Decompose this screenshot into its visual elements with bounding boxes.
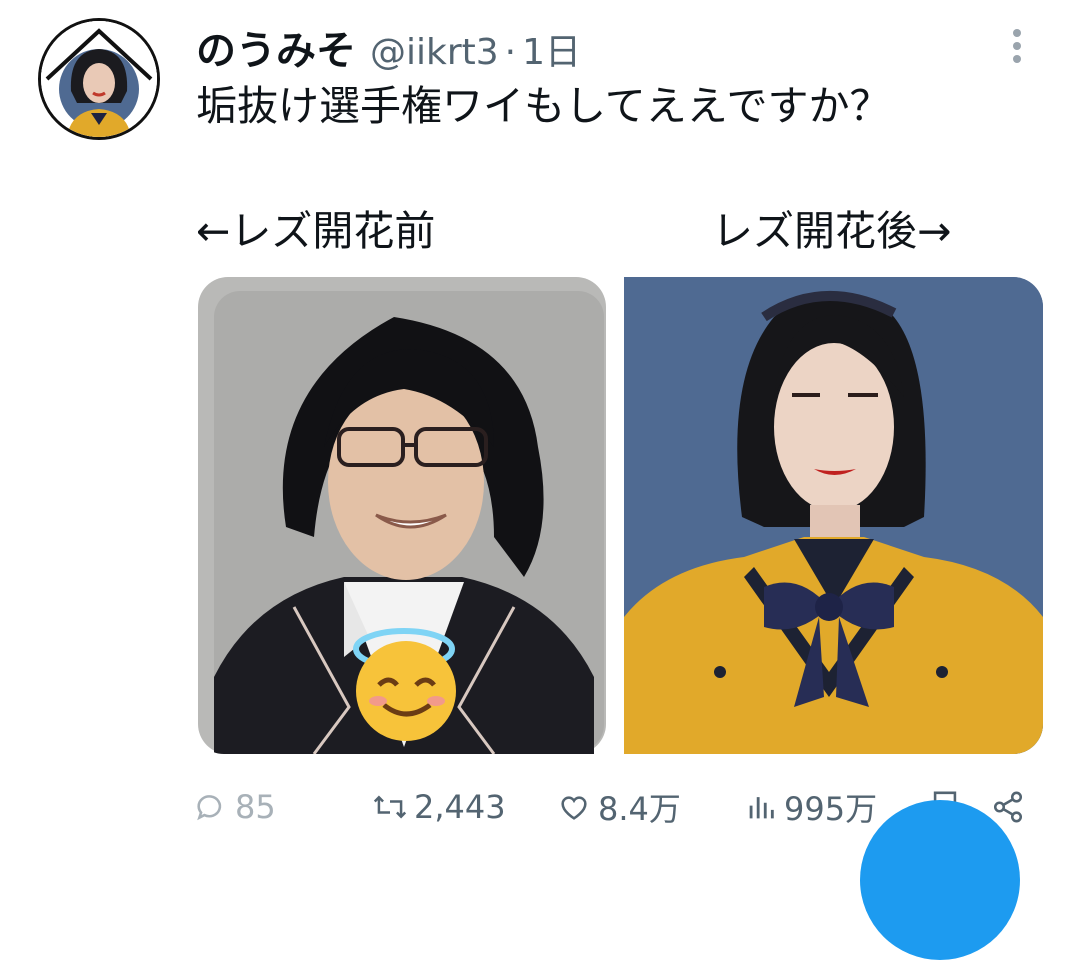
- retweet-count: 2,443: [414, 788, 506, 826]
- retweet-button[interactable]: 2,443: [372, 784, 506, 830]
- retweet-icon: [373, 795, 407, 819]
- compose-fab-button[interactable]: [860, 800, 1020, 960]
- user-handle[interactable]: @iikrt3: [370, 32, 499, 73]
- views-button[interactable]: 995万: [744, 784, 877, 830]
- share-icon: [993, 791, 1023, 823]
- tweet-text: 垢抜け選手権ワイもしてええですか？: [196, 82, 891, 130]
- reply-button[interactable]: 85: [193, 784, 276, 830]
- like-button[interactable]: 8.4万: [556, 784, 681, 830]
- view-count: 995万: [784, 790, 878, 828]
- caption-before: ←レズ開花前: [196, 207, 436, 255]
- reply-count: 85: [235, 788, 276, 826]
- display-name[interactable]: のうみそ: [196, 18, 356, 76]
- views-icon: [749, 797, 774, 819]
- photo-before[interactable]: [194, 277, 612, 754]
- photo-after[interactable]: [624, 277, 1043, 754]
- caption-after: レズ開花後→: [712, 207, 952, 255]
- header-separator: ·: [504, 32, 517, 73]
- avatar[interactable]: [38, 18, 160, 140]
- tweet-header: のうみそ @iikrt3 · 1日: [196, 18, 581, 74]
- reply-icon: [197, 795, 222, 821]
- like-count: 8.4万: [598, 790, 681, 828]
- avatar-image: [41, 21, 157, 137]
- photo-after-image: [624, 277, 1043, 754]
- photo-before-image: [198, 277, 606, 754]
- tweet-timestamp[interactable]: 1日: [522, 23, 581, 75]
- like-icon: [561, 796, 587, 820]
- more-vertical-icon[interactable]: [1003, 26, 1031, 64]
